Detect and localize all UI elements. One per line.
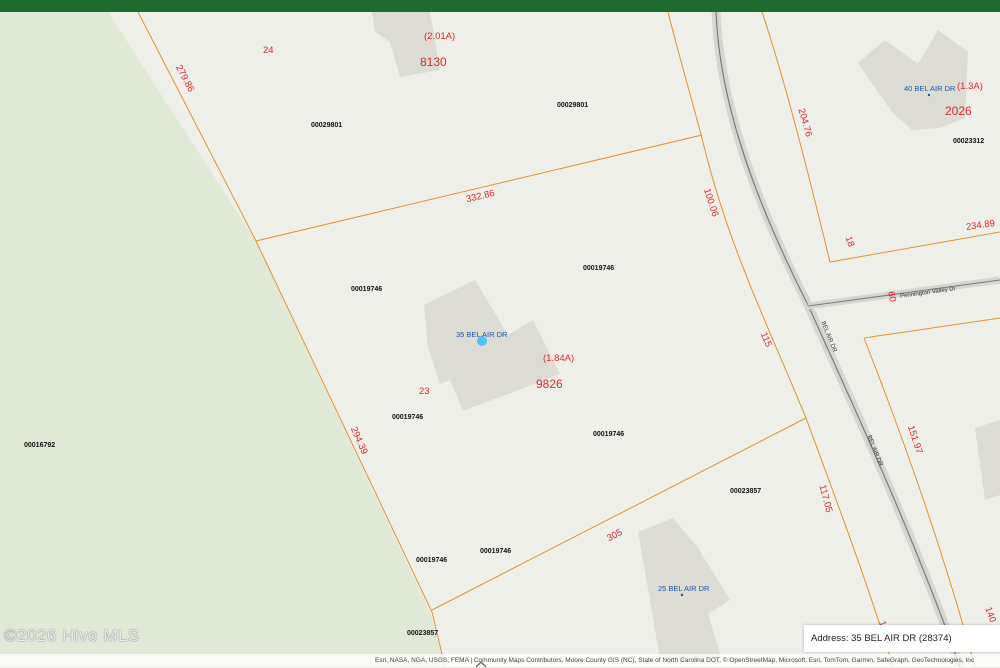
- parcel-id-label: 00029801: [557, 102, 589, 109]
- address-line: Address: 35 BEL AIR DR (28374): [811, 633, 952, 644]
- parcel-id-label: 00023857: [730, 488, 762, 495]
- building-35-bel-air: [424, 280, 560, 411]
- parcel-id-label: 00016792: [24, 442, 56, 449]
- header-bar: [0, 0, 1000, 12]
- acreage-label: (1.3A): [957, 81, 983, 92]
- address-point-25: [680, 593, 684, 597]
- parcel-id-label: 00019746: [416, 557, 448, 564]
- parcel-id-label: 00019746: [351, 286, 383, 293]
- vegetation-area: [0, 12, 445, 667]
- parcel-line: [863, 317, 1000, 339]
- attribution-text: Esri, NASA, NGA, USGS, FEMA | Community …: [375, 657, 975, 664]
- parcel-id-label: 00019746: [392, 414, 424, 421]
- parcel-id-label: 00029801: [311, 122, 343, 129]
- parcel-id-label: 00023857: [407, 630, 439, 637]
- parcel-id-label: 00019746: [583, 265, 615, 272]
- dimension-label: 60: [885, 290, 898, 303]
- parcel-id-label: 00019746: [593, 431, 625, 438]
- parcel-line: [255, 134, 703, 242]
- map-view[interactable]: 00029801 00029801 00023312 00019746 0001…: [0, 12, 1000, 667]
- address-info-box: Address: 35 BEL AIR DR (28374): [804, 625, 1000, 652]
- watermark-text: ©2026 Hive MLS: [4, 626, 140, 645]
- parcel-line: [863, 337, 976, 667]
- lot-number-label: 24: [263, 45, 274, 56]
- building-edge-right: [975, 420, 1000, 500]
- pin-number-label: 8130: [420, 55, 447, 69]
- pin-number-label: 2026: [945, 104, 972, 118]
- address-label[interactable]: 35 BEL AIR DR: [456, 331, 507, 339]
- parcel-line: [431, 417, 807, 611]
- parcel-line: [667, 12, 807, 419]
- parcel-id-label: 00019746: [480, 548, 512, 555]
- acreage-label: (1.84A): [543, 353, 575, 364]
- address-label[interactable]: 25 BEL AIR DR: [658, 585, 709, 593]
- address-point-40: [927, 93, 931, 97]
- acreage-label: (2.01A): [424, 31, 456, 42]
- lot-number-label: 23: [419, 386, 430, 397]
- map-canvas: [0, 12, 1000, 667]
- parcel-id-label: 00023312: [953, 138, 985, 145]
- address-label[interactable]: 40 BEL AIR DR: [904, 85, 955, 93]
- pin-number-label: 9826: [536, 377, 563, 391]
- map-attribution: Esri, NASA, NGA, USGS, FEMA | Community …: [0, 654, 1000, 667]
